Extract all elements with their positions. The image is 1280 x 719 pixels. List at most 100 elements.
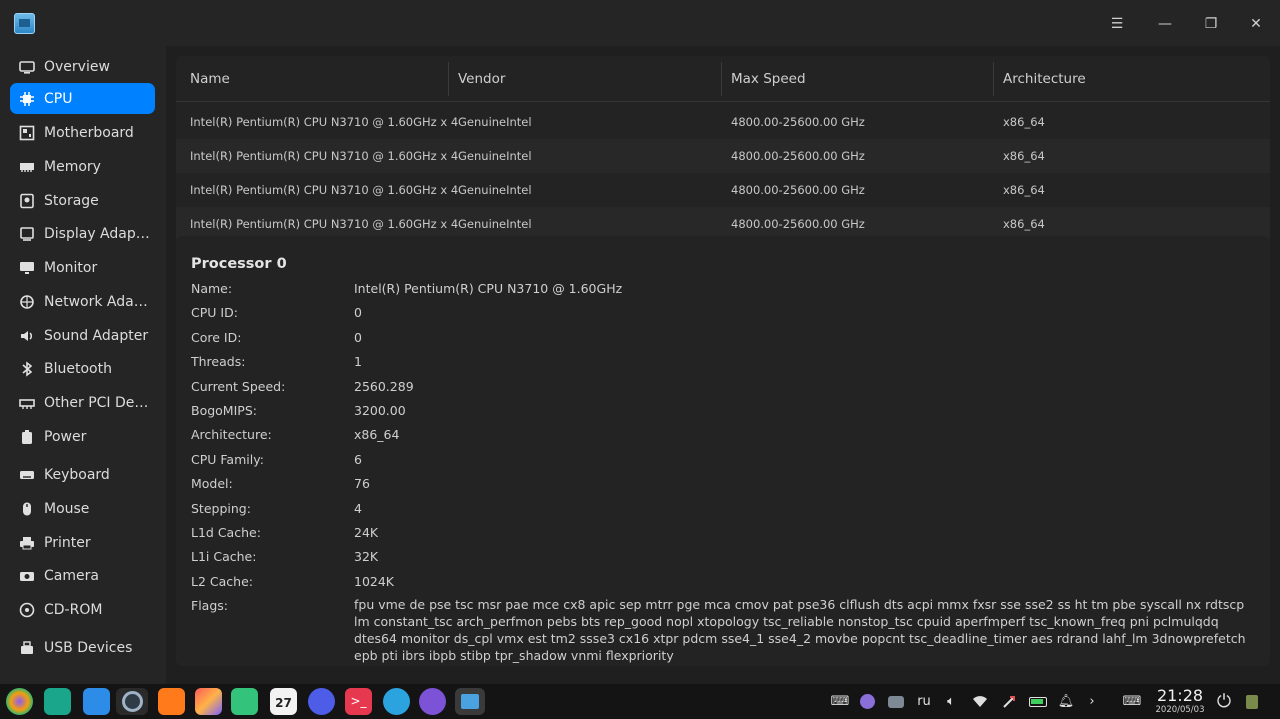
sidebar-item-bluetooth[interactable]: Bluetooth — [10, 353, 155, 384]
viber-icon[interactable] — [419, 688, 446, 715]
sidebar-item-usb[interactable]: USB Devices — [10, 632, 155, 663]
tray-expand-icon[interactable]: › — [1082, 684, 1102, 719]
usb-icon — [10, 640, 44, 656]
detail-field-key: BogoMIPS: — [191, 403, 257, 418]
disk-tray-icon[interactable] — [885, 684, 907, 719]
volume-icon[interactable]: 🔈︎ — [940, 684, 962, 719]
sidebar-item-printer[interactable]: Printer — [10, 527, 155, 558]
table-cell: GenuineIntel — [458, 183, 532, 197]
display-adapter-icon — [10, 226, 44, 242]
sidebar-item-cpu[interactable]: CPU — [10, 83, 155, 114]
clock-time[interactable]: 21:28 — [1150, 686, 1210, 705]
sidebar-item-label: Network Adapt... — [44, 293, 152, 310]
table-cell: x86_64 — [1003, 115, 1045, 129]
language-indicator[interactable]: ru — [912, 684, 936, 719]
device-manager-taskbar-icon[interactable] — [455, 688, 485, 715]
column-header-name[interactable]: Name — [176, 56, 446, 102]
sidebar-item-label: Camera — [44, 567, 99, 584]
clock-date[interactable]: 2020/05/03 — [1150, 705, 1210, 715]
wifi-icon[interactable] — [968, 684, 992, 719]
power-button-icon[interactable]: ⏻ — [1211, 684, 1237, 719]
titlebar: ☰ — ❐ ✕ — [0, 0, 1280, 46]
detail-field-key: Current Speed: — [191, 378, 286, 394]
detail-field-value: 76 — [354, 476, 370, 492]
sidebar-item-storage[interactable]: Storage — [10, 185, 155, 216]
music-icon[interactable] — [231, 688, 258, 715]
sidebar-item-label: Display Adapter — [44, 225, 152, 242]
sidebar-item-monitor[interactable]: Monitor — [10, 252, 155, 283]
flags-field-key: Flags: — [191, 598, 228, 614]
sidebar-item-label: Storage — [44, 192, 99, 209]
sidebar-item-label: Motherboard — [44, 124, 134, 141]
minimize-icon[interactable]: — — [1153, 12, 1177, 36]
bluetooth-icon — [10, 360, 44, 377]
detail-field-key: L2 Cache: — [191, 573, 253, 589]
column-header-vendor[interactable]: Vendor — [444, 56, 714, 102]
sidebar-item-camera[interactable]: Camera — [10, 560, 155, 591]
camera-icon — [10, 568, 44, 584]
sidebar-item-label: Memory — [44, 158, 101, 175]
sidebar-item-label: Keyboard — [44, 466, 110, 483]
sidebar-item-motherboard[interactable]: Motherboard — [10, 117, 155, 148]
detail-field-value: 32K — [354, 549, 379, 565]
table-cell: 4800.00-25600.00 GHz — [731, 149, 865, 163]
table-cell: 4800.00-25600.00 GHz — [731, 183, 865, 197]
mouse-icon — [10, 501, 44, 517]
detail-field-key: Name: — [191, 281, 233, 296]
image-viewer-icon[interactable] — [195, 688, 222, 715]
header-divider — [176, 101, 1270, 102]
sidebar-item-pci[interactable]: Other PCI Devi... — [10, 387, 155, 418]
motherboard-icon — [10, 125, 44, 141]
sidebar-item-overview[interactable]: Overview — [10, 51, 155, 82]
cdrom-icon — [10, 602, 44, 618]
overview-icon — [10, 59, 44, 75]
sidebar-item-display-adapter[interactable]: Display Adapter — [10, 218, 155, 249]
detail-field-key: Stepping: — [191, 500, 251, 516]
browser-icon[interactable] — [116, 688, 148, 715]
menu-icon[interactable]: ☰ — [1105, 12, 1129, 36]
launcher-icon[interactable] — [6, 688, 33, 715]
sidebar: Overview CPU Motherboard Memory Storage Displ… — [0, 46, 165, 684]
detail-field-value: 1 — [354, 354, 362, 370]
detail-field-key: CPU ID: — [191, 305, 238, 321]
notification-bell-icon[interactable]: 🔔︎ — [1055, 684, 1077, 719]
sidebar-item-sound[interactable]: Sound Adapter — [10, 320, 155, 351]
file-manager-icon[interactable] — [44, 688, 71, 715]
close-icon[interactable]: ✕ — [1244, 12, 1268, 36]
table-cell: 4800.00-25600.00 GHz — [731, 115, 865, 129]
sidebar-item-cdrom[interactable]: CD-ROM — [10, 594, 155, 625]
sidebar-item-mouse[interactable]: Mouse — [10, 493, 155, 524]
detail-field-key: Architecture: — [191, 427, 272, 443]
detail-field-value: x86_64 — [354, 427, 400, 443]
column-header-architecture[interactable]: Architecture — [989, 56, 1259, 102]
sidebar-item-keyboard[interactable]: Keyboard — [10, 459, 155, 490]
table-cell: GenuineIntel — [458, 149, 532, 163]
sidebar-item-label: CPU — [44, 90, 73, 107]
table-row[interactable]: Intel(R) Pentium(R) CPU N3710 @ 1.60GHz … — [176, 173, 1270, 207]
cpu-icon — [10, 91, 44, 107]
network-disconnected-icon[interactable] — [998, 684, 1020, 719]
printer-icon — [10, 535, 44, 551]
archive-icon[interactable] — [158, 688, 185, 715]
table-row[interactable]: Intel(R) Pentium(R) CPU N3710 @ 1.60GHz … — [176, 139, 1270, 173]
terminal-icon[interactable]: >_ — [345, 688, 372, 715]
battery-icon[interactable] — [1025, 684, 1051, 719]
detail-field-value: 4 — [354, 500, 362, 516]
settings-icon[interactable] — [308, 688, 335, 715]
calendar-icon[interactable]: 27 — [270, 688, 297, 715]
detail-field-value: 2560.289 — [354, 378, 414, 394]
column-header-max-speed[interactable]: Max Speed — [717, 56, 987, 102]
trash-icon[interactable] — [1242, 684, 1262, 719]
sidebar-item-memory[interactable]: Memory — [10, 151, 155, 182]
onscreen-keyboard-icon[interactable]: ⌨ — [1120, 684, 1144, 719]
flags-field-value: fpu vme de pse tsc msr pae mce cx8 apic … — [354, 597, 1246, 664]
sidebar-item-power[interactable]: Power — [10, 421, 155, 452]
telegram-icon[interactable] — [383, 688, 410, 715]
app-store-icon[interactable] — [83, 688, 110, 715]
viber-tray-icon[interactable] — [857, 684, 877, 719]
table-row[interactable]: Intel(R) Pentium(R) CPU N3710 @ 1.60GHz … — [176, 105, 1270, 139]
maximize-icon[interactable]: ❐ — [1199, 12, 1223, 36]
sidebar-item-label: Monitor — [44, 259, 98, 276]
keyboard-layout-icon[interactable]: ⌨ — [828, 684, 852, 719]
sidebar-item-network[interactable]: Network Adapt... — [10, 286, 155, 317]
